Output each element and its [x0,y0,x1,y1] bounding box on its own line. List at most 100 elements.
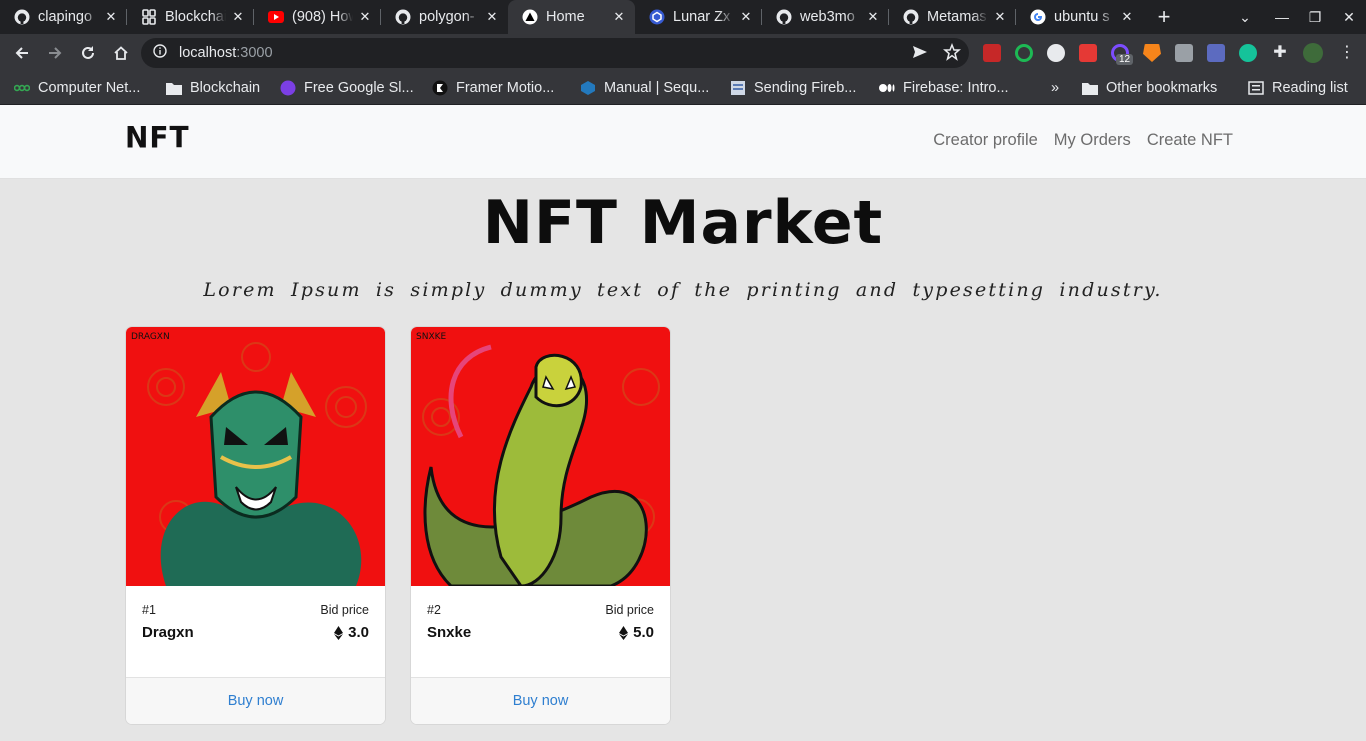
close-icon[interactable]: ✕ [230,9,246,25]
close-icon[interactable]: ✕ [1119,9,1135,25]
nft-artwork-dragon[interactable]: DRAGXN [126,327,385,586]
nft-card-meta: #1 Dragxn Bid price 3.0 [126,586,385,677]
browser-tab-strip: clapingo ✕ Blockchain ✕ (908) How ✕ poly… [0,0,1366,34]
triangle-icon [522,9,538,25]
nft-card: DRAGXN #1 Dragxn Bid price 3.0 Buy now [126,327,385,724]
tab-title: ubuntu s [1054,9,1110,25]
browser-tab[interactable]: (908) How ✕ [254,0,381,34]
bookmark-label: Framer Motio... [456,80,555,96]
browser-tab[interactable]: ubuntu s ✕ [1016,0,1143,34]
buy-now-button[interactable]: Buy now [513,693,569,709]
back-icon[interactable] [6,37,38,69]
send-icon[interactable] [911,43,929,65]
nft-number: #2 [427,603,441,617]
artwork-tag: DRAGXN [131,332,170,342]
extension-icon[interactable] [1079,44,1097,62]
google-icon [1030,9,1046,25]
price-value: 5.0 [633,624,654,641]
extension-icon[interactable] [983,44,1001,62]
bookmark-label: Manual | Sequ... [604,80,710,96]
site-brand[interactable]: NFT [125,120,190,155]
nav-create-nft[interactable]: Create NFT [1147,131,1233,150]
tab-search-icon[interactable]: ⌄ [1228,0,1262,34]
doc-icon [730,80,746,96]
info-icon[interactable] [153,44,167,62]
browser-tab[interactable]: polygon- ✕ [381,0,508,34]
browser-tab[interactable]: Metamas ✕ [889,0,1016,34]
minimize-icon[interactable]: — [1265,0,1299,34]
bookmark-label: Free Google Sl... [304,80,414,96]
more-bookmarks-button[interactable]: » [1051,72,1059,104]
nft-price: 5.0 [619,624,654,641]
nft-name: Snxke [427,624,472,641]
bookmark-label: Firebase: Intro... [903,80,1009,96]
reading-list-label: Reading list [1272,80,1348,96]
browser-tab[interactable]: Lunar Zx ✕ [635,0,762,34]
nft-artwork-snake[interactable]: SNXKE [411,327,670,586]
extension-icon[interactable] [1175,44,1193,62]
nft-price: 3.0 [334,624,369,641]
close-icon[interactable]: ✕ [992,9,1008,25]
reading-list[interactable]: Reading list [1248,72,1348,104]
nft-number: #1 [142,603,156,617]
tab-title: Metamas [927,9,987,25]
forward-icon[interactable] [39,37,71,69]
tab-title: Blockchain [165,9,226,25]
close-icon[interactable]: ✕ [357,9,373,25]
browser-toolbar: localhost:3000 [0,34,1366,72]
buy-now-button[interactable]: Buy now [228,693,284,709]
extension-icon[interactable] [1015,44,1033,62]
window-close-icon[interactable]: ✕ [1332,0,1366,34]
ethereum-icon [619,625,629,640]
nav-my-orders[interactable]: My Orders [1054,131,1131,150]
close-icon[interactable]: ✕ [103,9,119,25]
home-icon[interactable] [105,37,137,69]
bid-price-label: Bid price [605,603,654,617]
browser-tab-active[interactable]: Home ✕ [508,0,635,34]
close-icon[interactable]: ✕ [738,9,754,25]
page-title: NFT Market [482,188,884,258]
bookmark-star-icon[interactable] [943,42,961,65]
other-bookmarks[interactable]: Other bookmarks [1082,72,1217,104]
bookmark-item[interactable]: Manual | Sequ... [580,72,709,104]
framer-icon [432,80,448,96]
new-tab-button[interactable]: + [1147,0,1181,34]
bookmark-item[interactable]: Framer Motio... [432,72,554,104]
url-port: :3000 [236,45,273,61]
grammarly-icon[interactable] [1239,44,1257,62]
ethereum-icon [334,625,344,640]
browser-tab[interactable]: web3mo ✕ [762,0,889,34]
menu-icon[interactable]: ⋮ [1339,44,1355,62]
chain-icon [141,9,157,25]
nav-creator-profile[interactable]: Creator profile [933,131,1038,150]
bookmarks-bar: Computer Net... Blockchain Free Google S… [0,72,1366,105]
network-icon [14,80,30,96]
nav-links: Creator profile My Orders Create NFT [933,131,1233,150]
close-icon[interactable]: ✕ [611,9,627,25]
extension-icon[interactable] [1207,44,1225,62]
bookmark-item[interactable]: Free Google Sl... [280,72,414,104]
bookmark-label: Computer Net... [38,80,141,96]
youtube-icon [268,9,284,25]
artwork-tag: SNXKE [416,332,447,342]
puzzle-icon[interactable]: ✚ [1271,44,1289,62]
maximize-icon[interactable]: ❐ [1298,0,1332,34]
close-icon[interactable]: ✕ [865,9,881,25]
tab-title: clapingo [38,9,93,25]
avatar[interactable] [1303,43,1323,63]
bookmark-item[interactable]: Blockchain [166,72,260,104]
bookmark-item[interactable]: Computer Net... [14,72,140,104]
close-icon[interactable]: ✕ [484,9,500,25]
bookmark-item[interactable]: Firebase: Intro... [879,72,1009,104]
bookmark-item[interactable]: Sending Fireb... [730,72,856,104]
nft-card-meta: #2 Snxke Bid price 5.0 [411,586,670,677]
slides-icon [280,80,296,96]
address-bar[interactable]: localhost:3000 [141,38,969,68]
reload-icon[interactable] [72,37,104,69]
extension-icon[interactable] [1047,44,1065,62]
bookmark-label: Blockchain [190,80,261,96]
github-icon [903,9,919,25]
browser-tab[interactable]: Blockchain ✕ [127,0,254,34]
site-navbar: NFT Creator profile My Orders Create NFT [0,105,1366,179]
browser-tab[interactable]: clapingo ✕ [0,0,127,34]
